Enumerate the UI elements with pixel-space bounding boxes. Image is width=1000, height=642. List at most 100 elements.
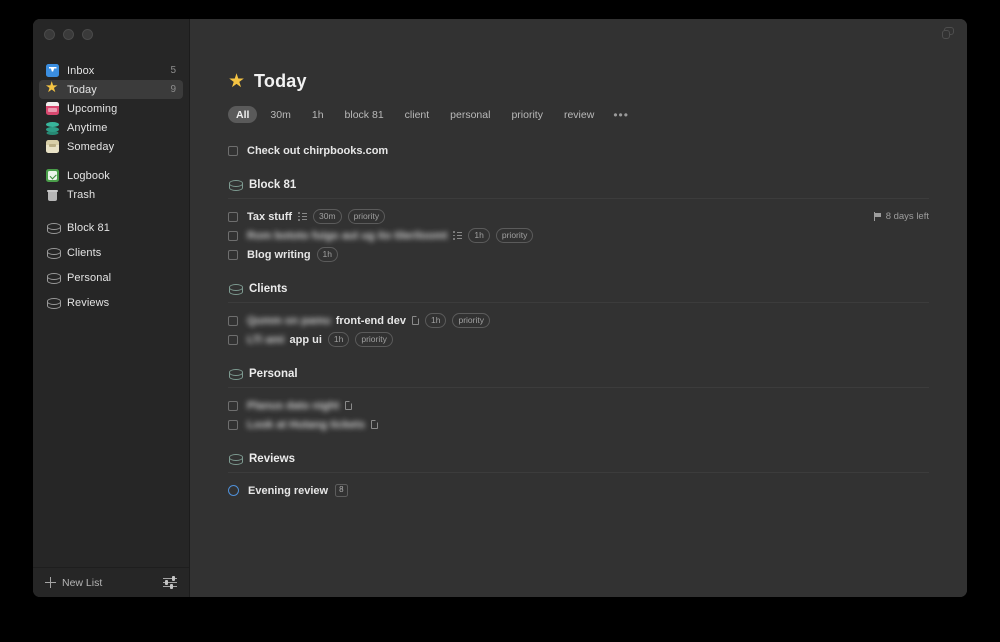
task-title: Evening review bbox=[248, 484, 329, 497]
sidebar-item-count: 5 bbox=[170, 65, 176, 76]
task-title-redacted: LTi ami bbox=[247, 333, 285, 346]
task-tag[interactable]: priority bbox=[452, 313, 490, 328]
task-tag[interactable]: priority bbox=[355, 332, 393, 347]
filter-chip-review[interactable]: review bbox=[556, 106, 602, 123]
task-row[interactable]: Evening review 8 bbox=[228, 481, 929, 500]
calendar-icon bbox=[46, 102, 59, 115]
task-row[interactable]: Look at Hutang tickets bbox=[228, 415, 929, 434]
group-header[interactable]: Personal bbox=[228, 367, 929, 388]
filter-chip-priority[interactable]: priority bbox=[503, 106, 551, 123]
task-checkbox[interactable] bbox=[228, 249, 238, 260]
logbook-icon bbox=[46, 169, 59, 182]
task-checkbox[interactable] bbox=[228, 211, 238, 222]
sidebar-item-today[interactable]: Today 9 bbox=[39, 80, 183, 99]
sidebar-item-logbook[interactable]: Logbook bbox=[39, 166, 183, 185]
sidebar-item-reviews[interactable]: Reviews bbox=[39, 293, 183, 312]
task-row[interactable]: Blog writing 1h bbox=[228, 245, 929, 264]
task-checkbox[interactable] bbox=[228, 419, 238, 430]
list-icon bbox=[46, 246, 61, 259]
layers-icon bbox=[46, 121, 59, 134]
sidebar-item-label: Trash bbox=[67, 188, 96, 201]
task-title-redacted: Qumm on pamu bbox=[247, 314, 331, 327]
checklist-icon bbox=[298, 212, 308, 222]
group-header[interactable]: Block 81 bbox=[228, 178, 929, 199]
sidebar: Inbox 5 Today 9 Upcoming Anytime Someday bbox=[33, 19, 190, 597]
group-header[interactable]: Clients bbox=[228, 282, 929, 303]
task-row[interactable]: Qumm on pamu front-end dev 1h priority bbox=[228, 311, 929, 330]
group-header[interactable]: Reviews bbox=[228, 452, 929, 473]
minimize-button[interactable] bbox=[63, 28, 74, 40]
sidebar-footer: New List bbox=[33, 567, 189, 597]
sidebar-item-anytime[interactable]: Anytime bbox=[39, 118, 183, 137]
new-list-button[interactable]: New List bbox=[62, 577, 102, 589]
sidebar-item-label: Anytime bbox=[67, 121, 108, 134]
task-tag[interactable]: 1h bbox=[468, 228, 490, 243]
sidebar-item-label: Upcoming bbox=[67, 102, 118, 115]
list-icon bbox=[46, 271, 61, 284]
filter-more-button[interactable]: ••• bbox=[607, 108, 635, 122]
task-row[interactable]: Check out chirpbooks.com bbox=[228, 141, 929, 160]
sidebar-divider bbox=[33, 156, 189, 166]
task-tag[interactable]: 30m bbox=[313, 209, 342, 224]
task-row[interactable]: LTi ami app ui 1h priority bbox=[228, 330, 929, 349]
filter-chip-personal[interactable]: personal bbox=[442, 106, 498, 123]
sidebar-item-clients[interactable]: Clients bbox=[39, 243, 183, 262]
task-checkbox[interactable] bbox=[228, 230, 238, 241]
task-checkbox-repeating[interactable] bbox=[228, 485, 239, 496]
task-checkbox[interactable] bbox=[228, 315, 238, 326]
task-checkbox[interactable] bbox=[228, 334, 238, 345]
task-group-reviews: Reviews Evening review 8 bbox=[228, 452, 929, 500]
sidebar-item-label: Inbox bbox=[67, 64, 95, 77]
filter-chip-client[interactable]: client bbox=[397, 106, 438, 123]
task-row[interactable]: Rom bototo fuigo aut ug ito tileriloomt … bbox=[228, 226, 929, 245]
flag-icon bbox=[873, 212, 882, 221]
trash-icon bbox=[46, 188, 59, 201]
task-title: Check out chirpbooks.com bbox=[247, 144, 389, 157]
task-group-clients: Clients Qumm on pamu front-end dev 1h pr… bbox=[228, 282, 929, 349]
task-tag[interactable]: priority bbox=[495, 228, 534, 243]
sidebar-item-label: Logbook bbox=[67, 169, 110, 182]
group-body: Tax stuff 30m priority 8 days left Rom b… bbox=[228, 207, 929, 264]
task-checkbox[interactable] bbox=[228, 400, 238, 411]
window-duplicate-icon[interactable] bbox=[942, 27, 955, 40]
sidebar-item-someday[interactable]: Someday bbox=[39, 137, 183, 156]
list-icon bbox=[228, 178, 243, 191]
sliders-icon[interactable] bbox=[163, 575, 177, 590]
sidebar-item-personal[interactable]: Personal bbox=[39, 268, 183, 287]
task-title: Planus dato night bbox=[247, 399, 340, 412]
star-icon: ★ bbox=[228, 71, 246, 92]
sidebar-item-inbox[interactable]: Inbox 5 bbox=[39, 61, 183, 80]
filter-chip-all[interactable]: All bbox=[228, 106, 258, 123]
sidebar-item-block-81[interactable]: Block 81 bbox=[39, 218, 183, 237]
close-button[interactable] bbox=[44, 28, 55, 40]
task-tag[interactable]: 1h bbox=[316, 247, 339, 262]
task-row[interactable]: Planus dato night bbox=[228, 396, 929, 415]
sidebar-item-upcoming[interactable]: Upcoming bbox=[39, 99, 183, 118]
list-icon bbox=[228, 282, 243, 295]
window-traffic-lights bbox=[33, 19, 189, 49]
task-tag[interactable]: 1h bbox=[425, 313, 447, 328]
sidebar-item-label: Someday bbox=[67, 140, 115, 153]
task-title: app ui bbox=[289, 333, 322, 346]
task-badge: 8 bbox=[335, 484, 348, 497]
filter-chip-1h[interactable]: 1h bbox=[304, 106, 332, 123]
sidebar-item-label: Today bbox=[67, 83, 97, 96]
task-tag[interactable]: 1h bbox=[327, 332, 350, 347]
group-title: Personal bbox=[249, 367, 298, 380]
task-title: Look at Hutang tickets bbox=[247, 418, 365, 431]
task-deadline: 8 days left bbox=[873, 207, 929, 226]
filter-chip-block-81[interactable]: block 81 bbox=[337, 106, 392, 123]
task-checkbox[interactable] bbox=[228, 145, 238, 156]
today-view: ★ Today All 30m 1h block 81 client perso… bbox=[190, 49, 967, 500]
sidebar-item-trash[interactable]: Trash bbox=[39, 185, 183, 204]
app-window: Inbox 5 Today 9 Upcoming Anytime Someday bbox=[33, 19, 967, 597]
task-group-block-81: Block 81 Tax stuff 30m priority 8 days l… bbox=[228, 178, 929, 264]
zoom-button[interactable] bbox=[82, 28, 93, 40]
checklist-icon bbox=[453, 231, 463, 241]
task-group-personal: Personal Planus dato night Look at Hutan… bbox=[228, 367, 929, 434]
task-row[interactable]: Tax stuff 30m priority 8 days left bbox=[228, 207, 929, 226]
note-icon bbox=[345, 400, 353, 410]
task-tag[interactable]: priority bbox=[347, 209, 386, 224]
filter-chip-30m[interactable]: 30m bbox=[262, 106, 298, 123]
task-title: Rom bototo fuigo aut ug ito tileriloomt bbox=[247, 229, 448, 242]
